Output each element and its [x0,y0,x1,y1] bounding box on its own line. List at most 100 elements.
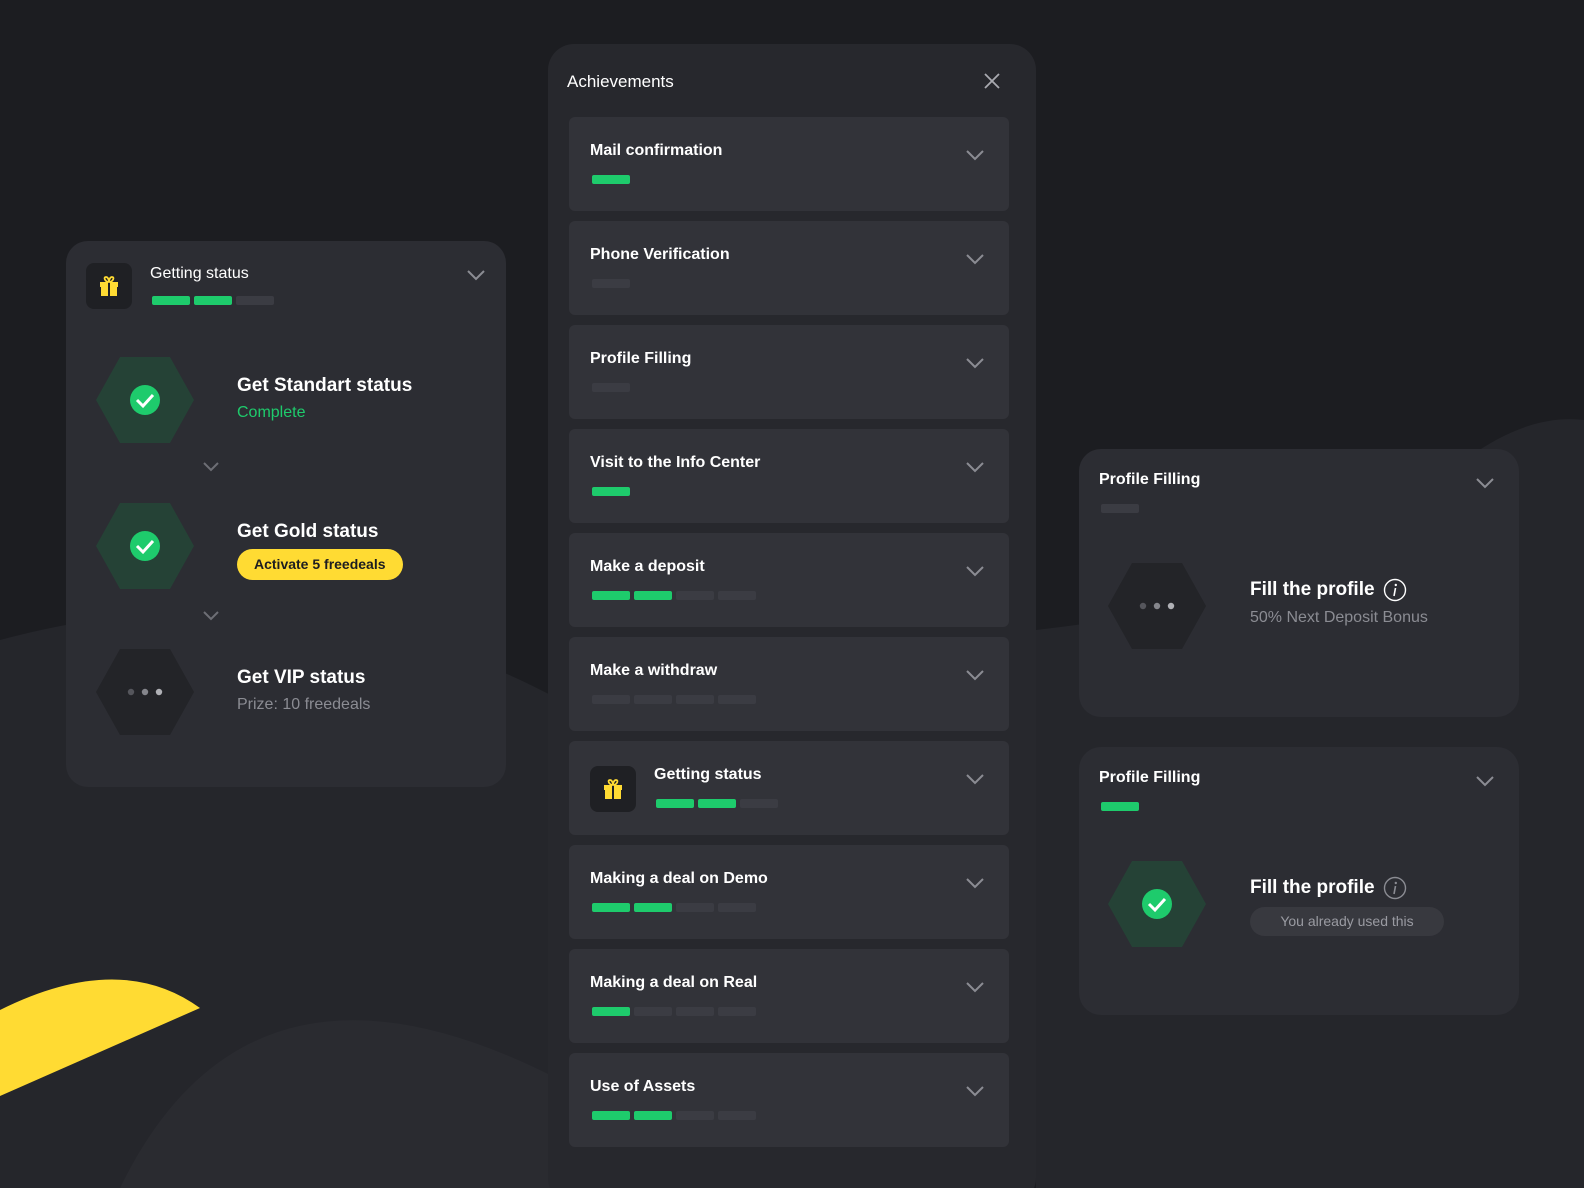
progress-segment-filled [698,799,736,808]
step-gold-status: Get Gold status Activate 5 freedeals [96,501,476,591]
achievement-progress [592,175,630,184]
progress-segment-filled [592,487,630,496]
achievement-name: Phone Verification [590,246,730,263]
achievement-progress [656,799,778,808]
already-used-badge: You already used this [1250,907,1444,936]
achievement-name: Mail confirmation [590,142,723,159]
chevron-down-icon[interactable] [965,357,985,371]
achievement-progress [592,487,630,496]
achievement-progress [592,903,756,912]
progress-segment-filled [656,799,694,808]
chevron-down-icon [201,460,221,472]
getting-status-card: Getting status Get Standart status Compl… [66,241,506,787]
progress-segment-empty [740,799,778,808]
progress-segment-filled [194,296,232,305]
achievement-progress [592,695,756,704]
achievement-name: Visit to the Info Center [590,454,761,471]
progress-segment-filled [592,1111,630,1120]
achievement-item[interactable]: Visit to the Info Center [569,429,1009,523]
gift-icon [590,766,636,812]
step-status-complete: Complete [237,404,306,421]
progress-segment-empty [676,903,714,912]
card-title: Profile Filling [1099,471,1201,488]
step-prize: Prize: 10 freedeals [237,696,371,713]
close-icon[interactable] [981,70,1003,92]
progress-segment-filled [634,903,672,912]
progress-segment-filled [152,296,190,305]
getting-status-progress [152,296,274,305]
achievement-name: Making a deal on Real [590,974,758,991]
achievement-item[interactable]: Phone Verification [569,221,1009,315]
progress-segment-empty [592,383,630,392]
progress-segment-filled [592,175,630,184]
chevron-down-icon[interactable] [1475,775,1495,789]
getting-status-header[interactable]: Getting status [86,263,486,323]
progress-segment-filled [592,903,630,912]
completed-hexagon [96,501,194,591]
chevron-down-icon[interactable] [965,669,985,683]
achievement-item[interactable]: Make a deposit [569,533,1009,627]
achievement-name: Getting status [654,766,762,783]
achievement-name: Profile Filling [590,350,692,367]
achievements-panel: Achievements Mail confirmation Phone Veri… [548,44,1036,1188]
panel-title: Achievements [567,72,674,91]
achievement-item[interactable]: Use of Assets [569,1053,1009,1147]
info-icon[interactable] [1383,578,1407,602]
profile-filling-card-done: Profile Filling Fill the profile You alr… [1079,747,1519,1015]
progress-segment-empty [634,695,672,704]
progress-segment-filled [1101,802,1139,811]
step-standart-status: Get Standart status Complete [96,355,476,445]
completed-hexagon [1108,859,1206,949]
achievement-name: Use of Assets [590,1078,696,1095]
achievement-item[interactable]: Profile Filling [569,325,1009,419]
progress-segment-empty [676,1007,714,1016]
step-title: Get Standart status [237,375,413,396]
achievement-progress [592,1007,756,1016]
chevron-down-icon[interactable] [1475,477,1495,491]
progress-segment-empty [718,591,756,600]
progress-segment-filled [634,1111,672,1120]
progress-segment-filled [634,591,672,600]
step-bonus: 50% Next Deposit Bonus [1250,609,1428,626]
progress-segment-empty [718,903,756,912]
completed-hexagon [96,355,194,445]
achievement-item[interactable]: Making a deal on Real [569,949,1009,1043]
chevron-down-icon[interactable] [965,981,985,995]
activate-freedeals-button[interactable]: Activate 5 freedeals [237,549,403,580]
step-title-row: Fill the profile [1250,578,1407,602]
progress-segment-filled [592,1007,630,1016]
info-icon[interactable] [1383,876,1407,900]
progress-segment-empty [236,296,274,305]
step-title: Get VIP status [237,667,366,688]
chevron-down-icon [201,609,221,621]
achievement-item[interactable]: Mail confirmation [569,117,1009,211]
step-vip-status: Get VIP status Prize: 10 freedeals [96,647,476,737]
achievement-item[interactable]: Getting status [569,741,1009,835]
progress-segment-filled [592,591,630,600]
gift-icon [86,263,132,309]
achievement-item[interactable]: Make a withdraw [569,637,1009,731]
achievement-progress [592,383,630,392]
step-title: Fill the profile [1250,579,1375,600]
achievement-progress [592,279,630,288]
chevron-down-icon[interactable] [965,253,985,267]
pending-hexagon [96,647,194,737]
progress-segment-empty [676,591,714,600]
achievements-list: Mail confirmation Phone Verification Profi… [569,117,1009,1157]
chevron-down-icon[interactable] [965,1085,985,1099]
getting-status-title: Getting status [150,265,249,282]
achievement-progress [592,1111,756,1120]
chevron-down-icon[interactable] [965,461,985,475]
achievement-name: Make a withdraw [590,662,718,679]
achievement-item[interactable]: Making a deal on Demo [569,845,1009,939]
chevron-down-icon[interactable] [965,773,985,787]
progress-segment-empty [592,695,630,704]
chevron-down-icon[interactable] [466,269,486,283]
card-title: Profile Filling [1099,769,1201,786]
chevron-down-icon[interactable] [965,565,985,579]
achievement-name: Making a deal on Demo [590,870,768,887]
step-title: Get Gold status [237,521,379,542]
chevron-down-icon[interactable] [965,877,985,891]
chevron-down-icon[interactable] [965,149,985,163]
achievement-progress [592,591,756,600]
